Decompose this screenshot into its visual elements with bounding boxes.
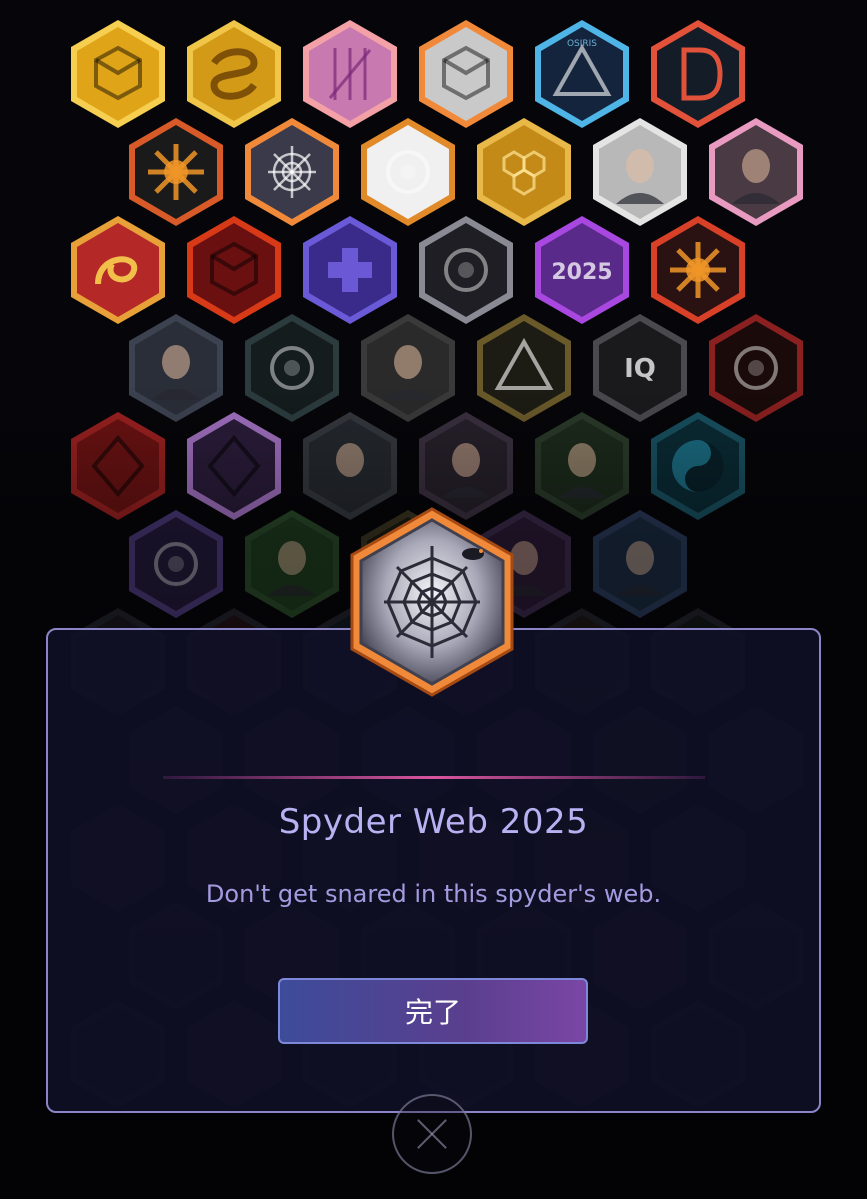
dialog-divider (163, 776, 705, 779)
badge-title: Spyder Web 2025 (278, 802, 589, 842)
done-button[interactable]: 完了 (278, 978, 588, 1044)
badge-description: Don't get snared in this spyder's web. (205, 880, 662, 908)
featured-badge-spyder-web (347, 506, 517, 698)
spyder-web-icon (350, 507, 514, 697)
close-button[interactable] (392, 1094, 472, 1174)
